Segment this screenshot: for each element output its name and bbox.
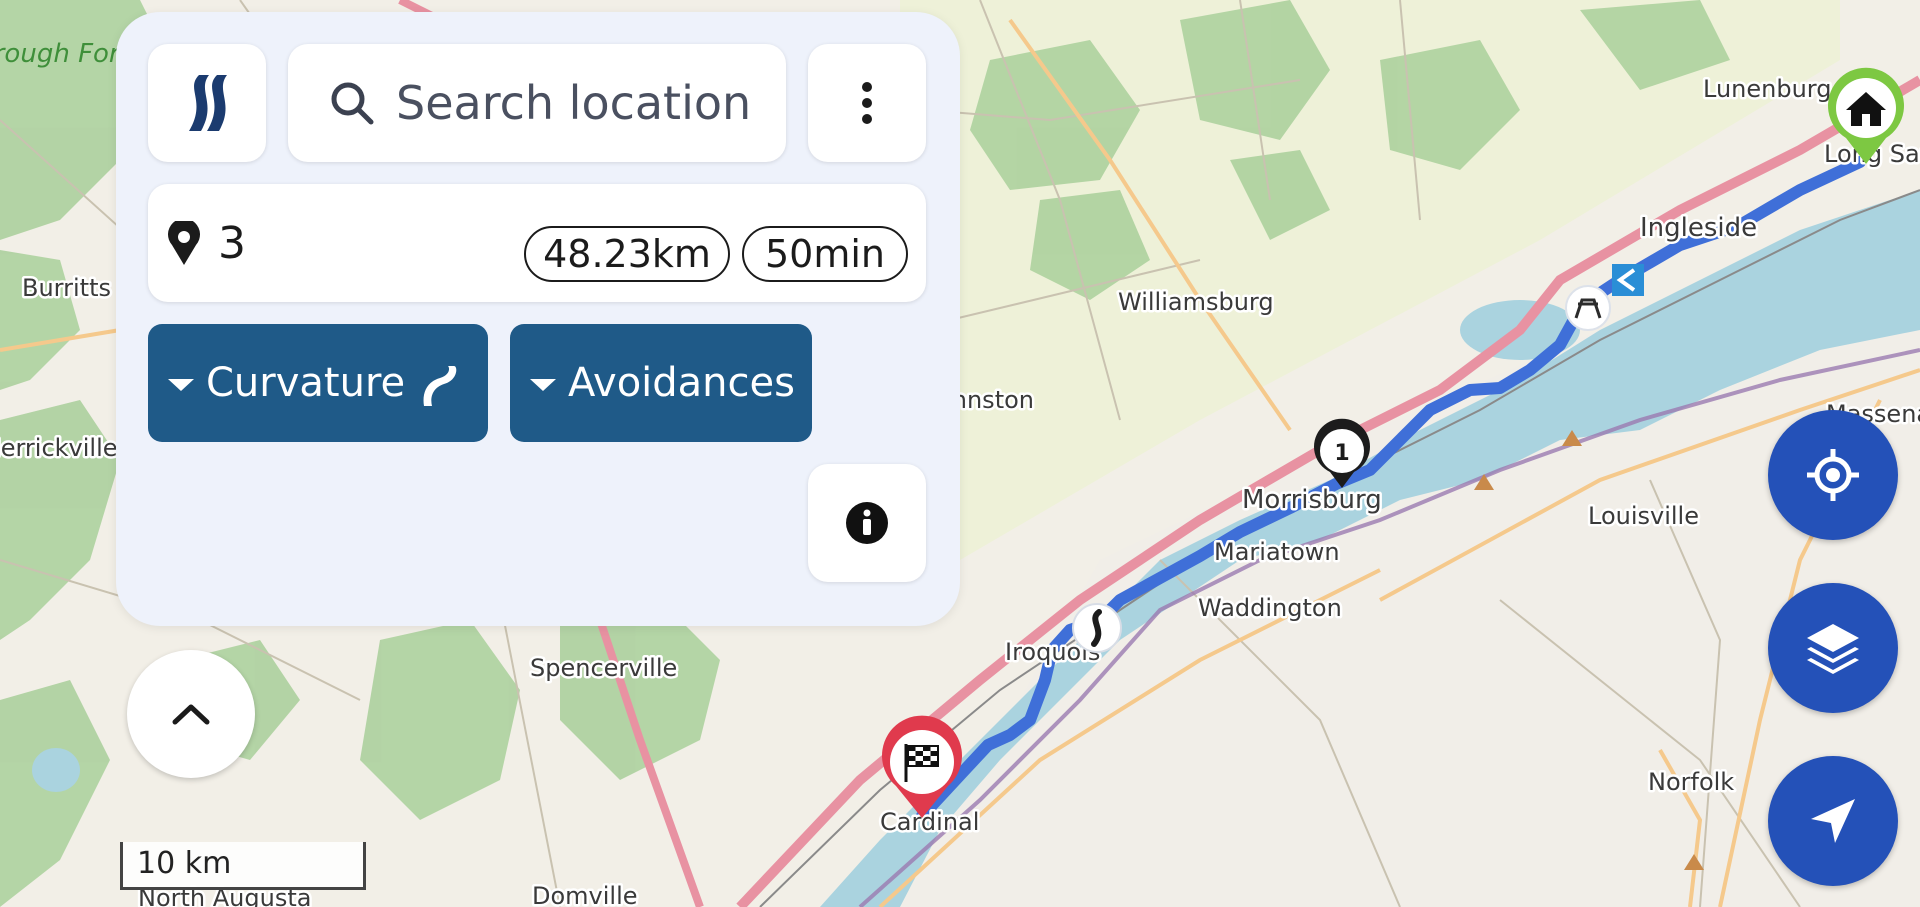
- scale-bar: 10 km: [120, 842, 366, 890]
- location-pin-icon: [168, 221, 200, 265]
- duration-badge: 50min: [742, 226, 908, 282]
- search-input[interactable]: Search location: [288, 44, 786, 162]
- route-panel: Search location 3 48.23km 50min Curvatur…: [116, 12, 960, 626]
- place-label: Domville: [532, 882, 638, 907]
- distance-badge: 48.23km: [524, 226, 730, 282]
- place-label: Cardinal: [880, 808, 979, 836]
- map-layers-button[interactable]: [1768, 583, 1898, 713]
- crosshair-icon: [1807, 449, 1859, 501]
- place-label: Merrickville: [0, 434, 118, 462]
- app-logo-button[interactable]: [148, 44, 266, 162]
- avoidances-label: Avoidances: [568, 360, 795, 406]
- curvature-dropdown[interactable]: Curvature: [148, 324, 488, 442]
- navigation-arrow-icon: [1811, 799, 1855, 843]
- scale-label: 10 km: [137, 846, 232, 881]
- place-label: Lunenburg: [1703, 75, 1831, 103]
- info-icon: [846, 502, 888, 544]
- caret-down-icon: [168, 379, 194, 391]
- place-label: Burritts: [22, 274, 111, 302]
- route-summary: 3 48.23km 50min: [148, 184, 926, 302]
- more-menu-button[interactable]: [808, 44, 926, 162]
- place-label: Louisville: [1588, 502, 1699, 530]
- collapse-panel-button[interactable]: [127, 650, 255, 778]
- direction-sign-icon: [1612, 264, 1644, 296]
- place-label: Spencerville: [530, 654, 677, 682]
- my-location-button[interactable]: [1768, 410, 1898, 540]
- search-icon: [328, 79, 376, 127]
- start-navigation-button[interactable]: [1768, 756, 1898, 886]
- curvy-road-icon[interactable]: [1072, 603, 1122, 653]
- curvature-label: Curvature: [206, 360, 406, 406]
- avoidances-dropdown[interactable]: Avoidances: [510, 324, 812, 442]
- more-vertical-icon: [862, 82, 872, 124]
- place-label: Ingleside: [1640, 213, 1757, 243]
- chevron-up-icon: [172, 704, 210, 725]
- place-label: Mariatown: [1214, 538, 1340, 566]
- waypoint-count: 3: [218, 217, 246, 269]
- place-label: Williamsburg: [1118, 288, 1274, 316]
- search-placeholder: Search location: [396, 76, 752, 130]
- layers-icon: [1807, 624, 1859, 674]
- place-label: Norfolk: [1648, 768, 1734, 796]
- curvy-road-icon: [423, 366, 457, 406]
- place-label: Waddington: [1198, 594, 1342, 622]
- app-logo-icon: [189, 75, 227, 131]
- caret-down-icon: [530, 379, 556, 391]
- motorway-junction-icon[interactable]: [1565, 285, 1611, 331]
- waypoint-number: 1: [1334, 441, 1349, 466]
- place-label: Morrisburg: [1242, 485, 1382, 515]
- info-button[interactable]: [808, 464, 926, 582]
